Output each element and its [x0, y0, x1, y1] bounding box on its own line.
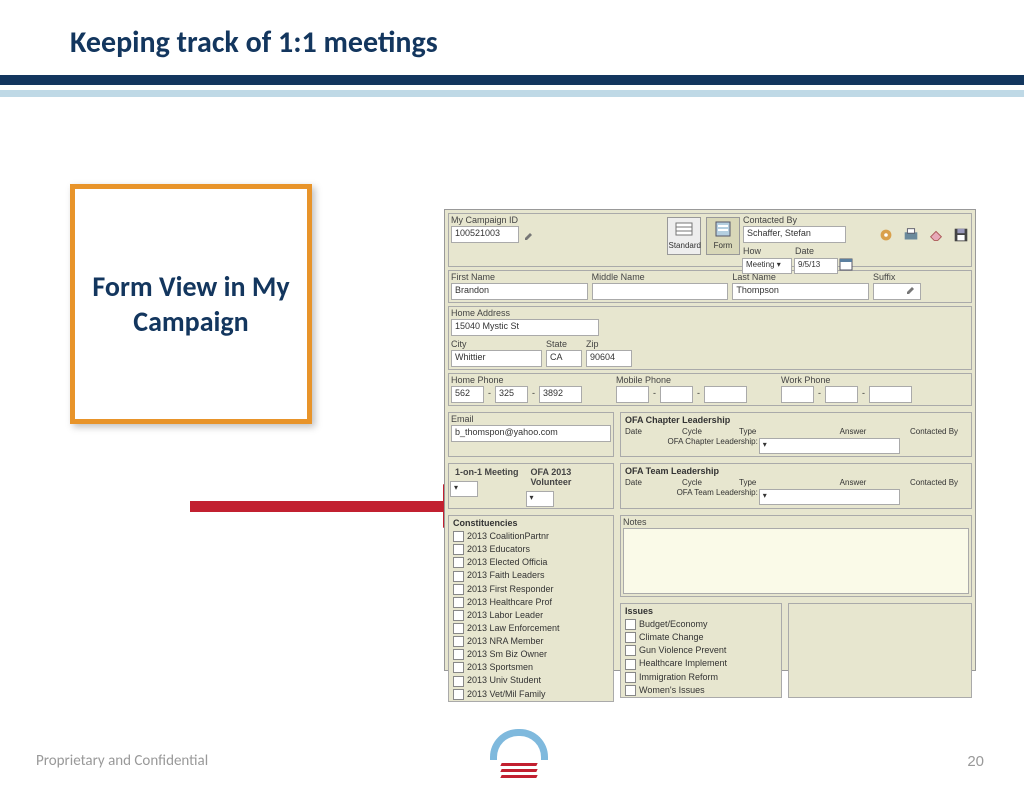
pencil-icon[interactable]	[906, 285, 916, 295]
volunteer-label: OFA 2013 Volunteer	[527, 465, 611, 489]
campaign-id-label: My Campaign ID	[451, 215, 617, 225]
team-answer-select[interactable]: ▾	[759, 489, 900, 505]
date-label: Date	[795, 246, 837, 256]
state-label: State	[546, 339, 582, 349]
checkbox-item[interactable]: Budget/Economy	[621, 618, 781, 631]
date-field[interactable]: 9/5/13	[794, 258, 838, 274]
checkbox-item[interactable]: Gun Violence Prevent	[621, 644, 781, 657]
home-phone-1[interactable]: 562	[451, 386, 484, 403]
callout-text: Form View in My Campaign	[75, 269, 307, 339]
notes-label: Notes	[623, 517, 969, 527]
checkbox-item[interactable]: 2013 Vet/Mil Family	[449, 688, 613, 701]
issues-header: Issues	[621, 604, 781, 618]
checkbox-item[interactable]: 2013 Univ Student	[449, 674, 613, 687]
calendar-icon[interactable]	[839, 257, 853, 271]
home-phone-label: Home Phone	[451, 375, 612, 385]
contacted-by-label: Contacted By	[743, 215, 864, 225]
first-name-label: First Name	[451, 272, 588, 282]
table-icon	[673, 219, 695, 239]
constituencies-header: Constituencies	[449, 516, 613, 530]
checkbox-item[interactable]: 2013 Labor Leader	[449, 609, 613, 622]
checkbox-item[interactable]: 2013 NRA Member	[449, 635, 613, 648]
zip-label: Zip	[586, 339, 632, 349]
home-address-field[interactable]: 15040 Mystic St	[451, 319, 599, 336]
checkbox-item[interactable]: 2013 First Responder	[449, 583, 613, 596]
home-address-label: Home Address	[451, 308, 727, 318]
home-phone-3[interactable]: 3892	[539, 386, 582, 403]
checkbox-item[interactable]: Immigration Reform	[621, 671, 781, 684]
email-label: Email	[451, 414, 611, 424]
checkbox-item[interactable]: 2013 Law Enforcement	[449, 622, 613, 635]
checkbox-item[interactable]: 2013 Sm Biz Owner	[449, 648, 613, 661]
how-select[interactable]: Meeting ▾	[742, 258, 792, 274]
divider-dark	[0, 75, 1024, 85]
city-label: City	[451, 339, 542, 349]
chapter-leadership-label: OFA Chapter Leadership	[621, 413, 971, 427]
checkbox-item[interactable]: 2013 Elected Officia	[449, 556, 613, 569]
volunteer-select[interactable]: ▾	[526, 491, 554, 507]
checkbox-item[interactable]: Climate Change	[621, 631, 781, 644]
edit-icon[interactable]	[524, 231, 534, 241]
checkbox-item[interactable]: Healthcare Implement	[621, 657, 781, 670]
contacted-by-field[interactable]: Schaffer, Stefan	[743, 226, 846, 243]
checkbox-item[interactable]: Women's Issues	[621, 684, 781, 697]
checkbox-item[interactable]: 2013 Educators	[449, 543, 613, 556]
campaign-logo-icon	[490, 729, 548, 778]
mobile-phone-2[interactable]	[660, 386, 693, 403]
arrow-icon	[190, 484, 479, 528]
notes-field[interactable]	[623, 528, 969, 594]
checkbox-item[interactable]: 2013 Faith Leaders	[449, 569, 613, 582]
checkbox-item[interactable]: 2013 Healthcare Prof	[449, 596, 613, 609]
form-view-screenshot: My Campaign ID 100521003 Standard Form C…	[444, 209, 976, 671]
callout-box: Form View in My Campaign	[70, 184, 312, 424]
mobile-phone-label: Mobile Phone	[616, 375, 777, 385]
form-view-button[interactable]: Form	[706, 217, 740, 255]
footer-text: Proprietary and Confidential	[36, 752, 208, 770]
team-leadership-label: OFA Team Leadership	[621, 464, 971, 478]
suffix-label: Suffix	[873, 272, 969, 282]
chapter-answer-select[interactable]: ▾	[759, 438, 900, 454]
first-name-field[interactable]: Brandon	[451, 283, 588, 300]
divider-light	[0, 90, 1024, 97]
print-icon[interactable]	[901, 226, 921, 244]
work-phone-label: Work Phone	[781, 375, 969, 385]
middle-name-field[interactable]	[592, 283, 729, 300]
middle-name-label: Middle Name	[592, 272, 729, 282]
zip-field[interactable]: 90604	[586, 350, 632, 367]
campaign-id-field[interactable]: 100521003	[451, 226, 519, 243]
erase-icon[interactable]	[926, 226, 946, 244]
gear-icon[interactable]	[876, 226, 896, 244]
checkbox-item[interactable]: 2013 Sportsmen	[449, 661, 613, 674]
one-on-one-label: 1-on-1 Meeting	[451, 465, 523, 479]
state-field[interactable]: CA	[546, 350, 582, 367]
work-phone-3[interactable]	[869, 386, 912, 403]
work-phone-1[interactable]	[781, 386, 814, 403]
city-field[interactable]: Whittier	[451, 350, 542, 367]
slide-title: Keeping track of 1:1 meetings	[70, 24, 1024, 61]
page-number: 20	[967, 753, 984, 770]
mobile-phone-3[interactable]	[704, 386, 747, 403]
save-icon[interactable]	[951, 226, 971, 244]
form-icon	[712, 219, 734, 239]
standard-view-button[interactable]: Standard	[667, 217, 701, 255]
last-name-field[interactable]: Thompson	[732, 283, 869, 300]
checkbox-item[interactable]: 2013 CoalitionPartnr	[449, 530, 613, 543]
home-phone-2[interactable]: 325	[495, 386, 528, 403]
mobile-phone-1[interactable]	[616, 386, 649, 403]
how-label: How	[743, 246, 791, 256]
work-phone-2[interactable]	[825, 386, 858, 403]
one-on-one-select[interactable]: ▾	[450, 481, 478, 497]
suffix-field[interactable]	[873, 283, 921, 300]
email-field[interactable]: b_thomspon@yahoo.com	[451, 425, 611, 442]
